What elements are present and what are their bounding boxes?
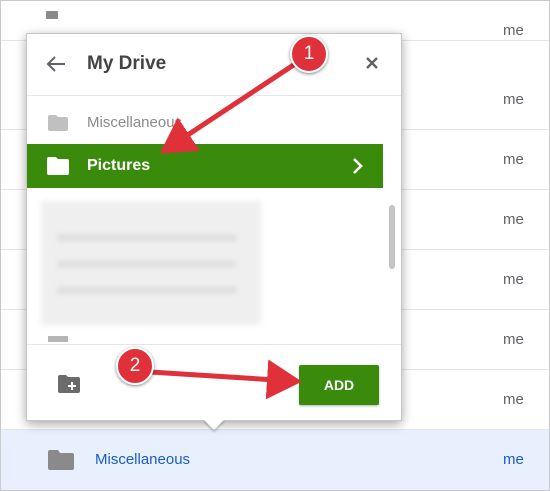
dialog-title: My Drive xyxy=(87,53,167,74)
dialog-header: My Drive xyxy=(27,34,401,96)
close-icon[interactable] xyxy=(363,54,381,72)
file-name: Miscellaneous xyxy=(95,451,191,468)
back-arrow-icon[interactable] xyxy=(45,53,67,75)
owner-label: me xyxy=(503,91,524,108)
scrollbar[interactable] xyxy=(389,205,395,269)
annotation-badge-2: 2 xyxy=(116,347,154,385)
owner-label: me xyxy=(503,211,524,228)
owner-label: me xyxy=(503,22,524,39)
add-button[interactable]: ADD xyxy=(299,365,379,405)
folder-label: Pictures xyxy=(87,157,151,174)
folder-icon xyxy=(48,115,68,131)
blurred-lines xyxy=(57,234,237,304)
chevron-right-icon[interactable] xyxy=(351,156,365,176)
folder-icon xyxy=(47,157,69,175)
drive-window: me me me me me me me Miscellaneous me My… xyxy=(0,0,550,491)
owner-label: me xyxy=(503,451,524,468)
dialog-footer: ADD xyxy=(27,344,401,421)
move-dialog: My Drive Miscellaneous Pictures ADD xyxy=(26,33,402,421)
dialog-caret xyxy=(203,419,225,430)
annotation-badge-1: 1 xyxy=(290,35,328,73)
truncated-item xyxy=(48,336,68,342)
owner-label: me xyxy=(503,331,524,348)
owner-label: me xyxy=(503,151,524,168)
folder-icon xyxy=(48,450,74,470)
folder-item-miscellaneous[interactable]: Miscellaneous xyxy=(27,107,401,141)
owner-label: me xyxy=(503,391,524,408)
file-row-selected[interactable]: Miscellaneous me xyxy=(1,430,549,490)
folder-item-pictures[interactable]: Pictures xyxy=(27,144,383,188)
folder-label: Miscellaneous xyxy=(87,114,183,131)
new-folder-icon[interactable] xyxy=(58,375,80,393)
folder-icon xyxy=(46,11,58,19)
owner-label: me xyxy=(503,271,524,288)
